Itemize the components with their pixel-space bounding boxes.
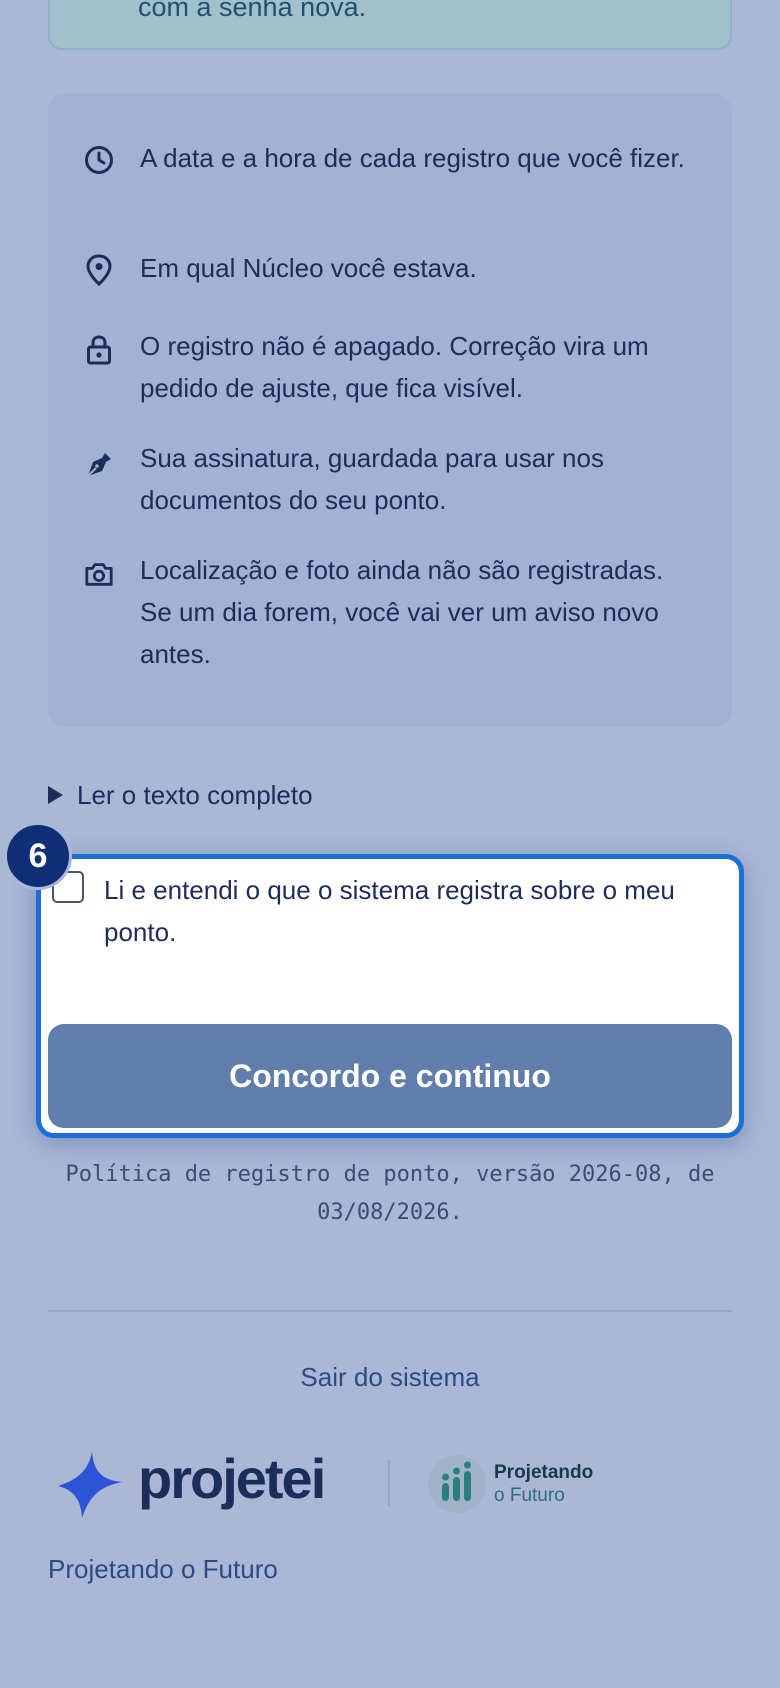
- info-card: A data e a hora de cada registro que voc…: [48, 93, 732, 727]
- info-text: A data e a hora de cada registro que voc…: [140, 143, 685, 173]
- read-full-text-label: Ler o texto completo: [77, 779, 313, 810]
- projetando-futuro-logo-icon: [428, 1455, 486, 1513]
- pen-nib-icon: [84, 449, 114, 479]
- partner-logo-subtitle: o Futuro: [494, 1485, 565, 1506]
- lock-icon: [84, 335, 114, 365]
- clock-icon: [84, 145, 114, 175]
- logout-link[interactable]: Sair do sistema: [0, 1362, 780, 1393]
- agree-continue-button[interactable]: Concordo e continuo: [48, 1024, 732, 1128]
- info-text: O registro não é apagado. Correção vira …: [140, 331, 649, 403]
- disclosure-triangle-icon: [48, 786, 63, 804]
- notice-text: com a senha nova.: [138, 0, 367, 22]
- read-full-text-toggle[interactable]: Ler o texto completo: [48, 775, 313, 815]
- consent-checkbox-label[interactable]: Li e entendi o que o sistema registra so…: [104, 869, 724, 953]
- info-text: Em qual Núcleo você estava.: [140, 253, 477, 283]
- logo-separator: [388, 1460, 390, 1506]
- info-text: Sua assinatura, guardada para usar nos d…: [140, 443, 604, 515]
- footer-logos: projetei Projetando o Futuro: [56, 1447, 696, 1520]
- partner-logo-title: Projetando: [494, 1462, 594, 1483]
- footer-tagline: Projetando o Futuro: [48, 1554, 278, 1584]
- projetei-star-logo-icon: [58, 1452, 122, 1518]
- policy-version-note: Política de registro de ponto, versão 20…: [65, 1162, 715, 1225]
- camera-icon: [84, 559, 114, 589]
- info-text: Localização e foto ainda não são registr…: [140, 555, 664, 669]
- projetei-wordmark: projetei: [138, 1447, 326, 1510]
- notice-banner: com a senha nova.: [48, 0, 732, 50]
- map-pin-icon: [84, 254, 114, 286]
- divider: [48, 1310, 732, 1312]
- step-number-badge: 6: [4, 822, 72, 890]
- consent-box: Li e entendi o que o sistema registra so…: [36, 854, 744, 1138]
